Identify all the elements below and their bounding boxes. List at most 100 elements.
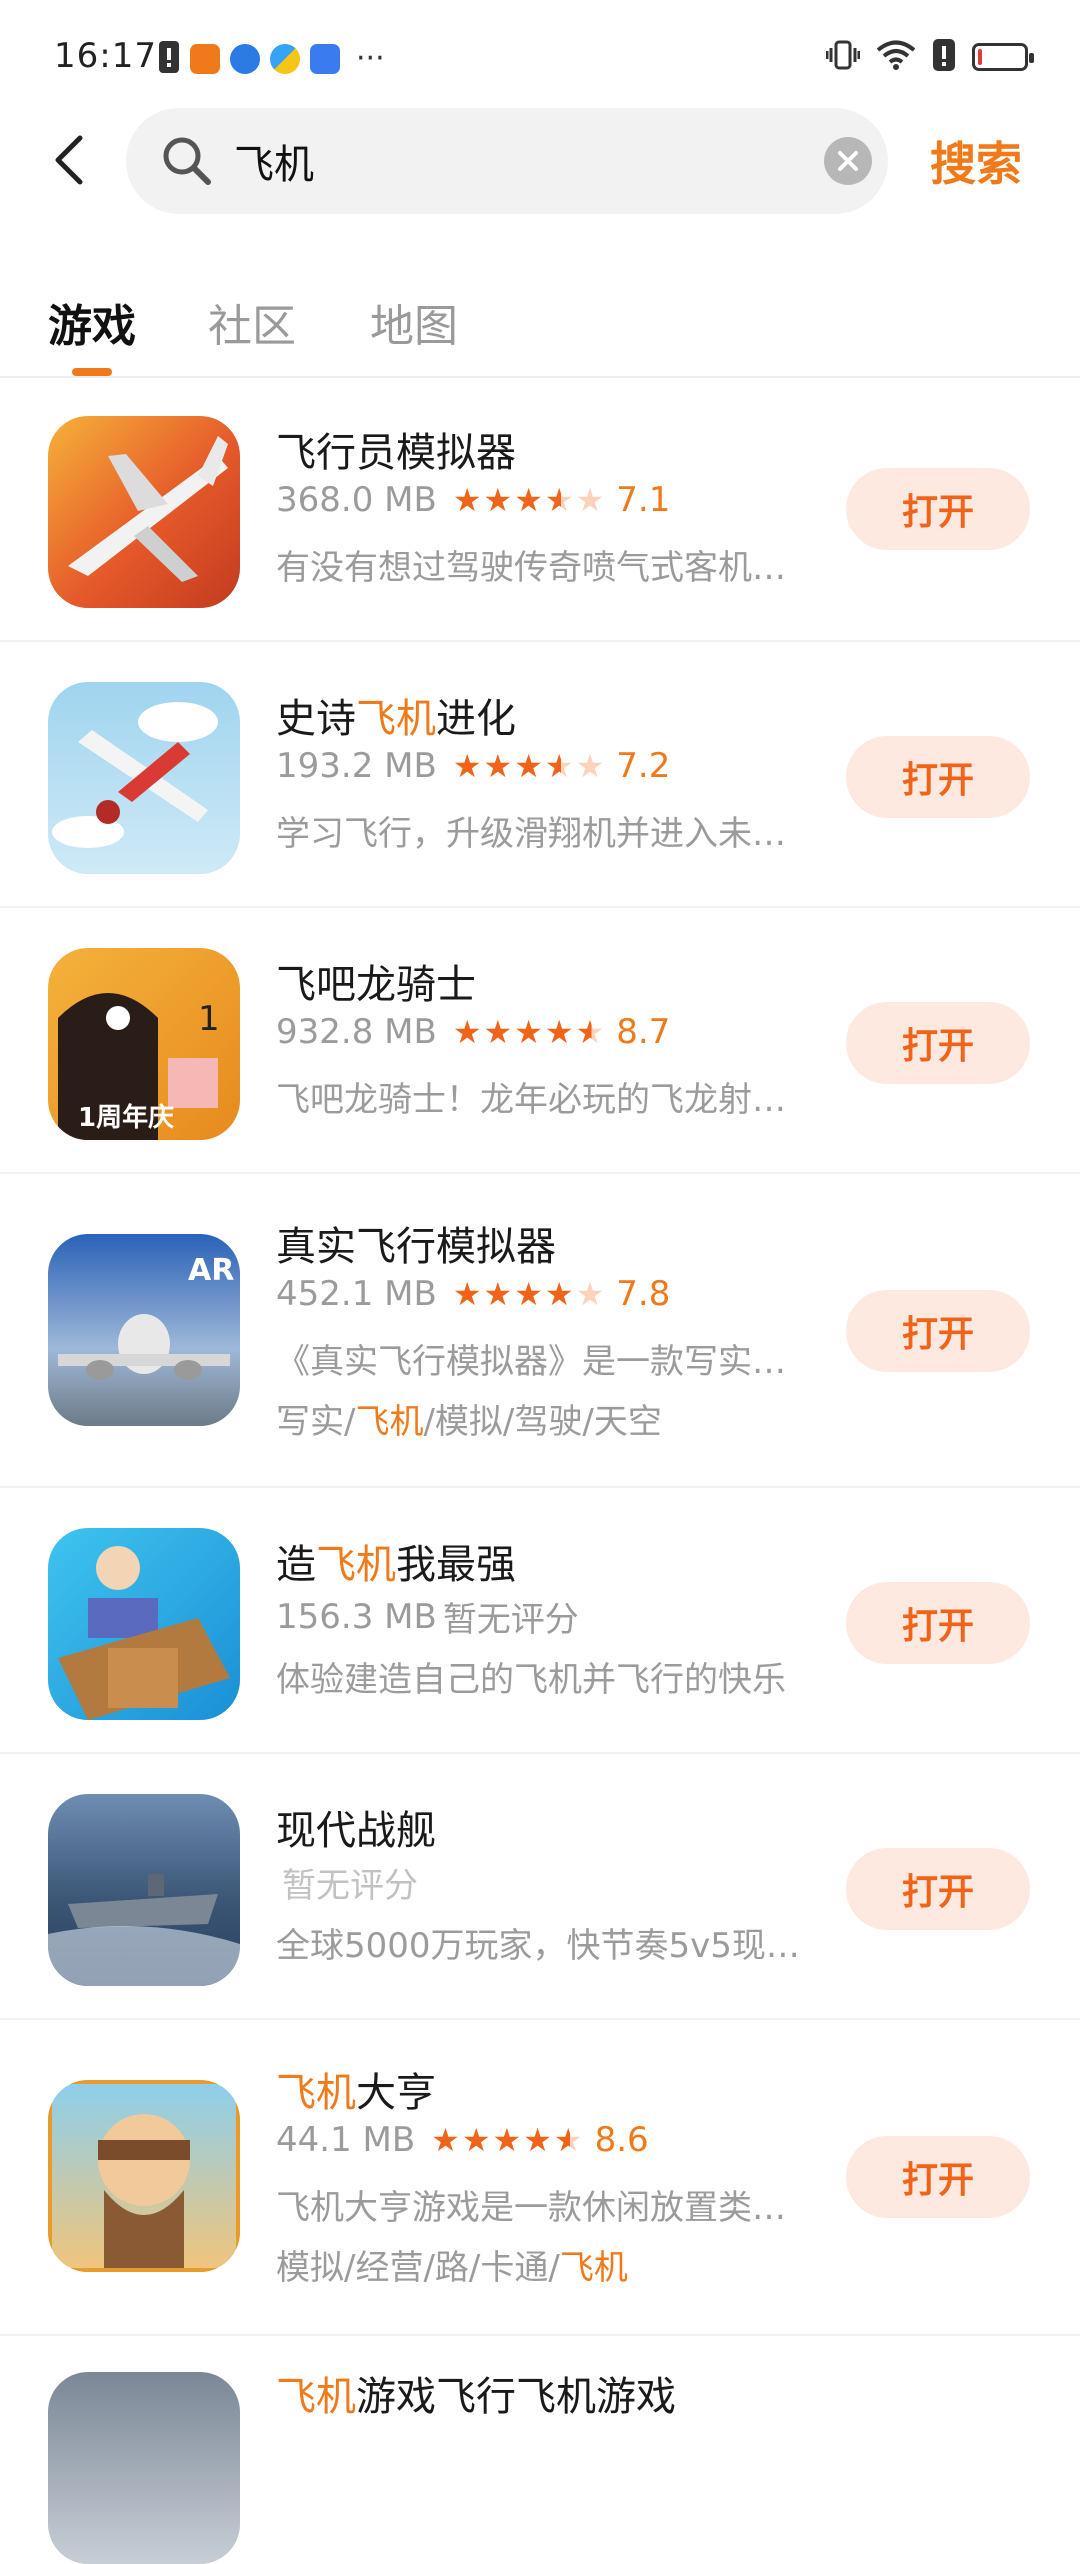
back-arrow-icon — [55, 135, 83, 185]
search-button[interactable]: 搜索 — [930, 128, 1022, 194]
star-rating: ★ ★ ★ ★ ★ — [453, 1015, 604, 1049]
open-button[interactable]: 打开 — [846, 1002, 1030, 1084]
app-name: 飞机大亨 — [276, 2070, 436, 2116]
star-icon: ★ — [483, 747, 513, 785]
clear-search-button[interactable] — [824, 137, 872, 185]
open-button[interactable]: 打开 — [846, 1582, 1030, 1664]
alert-icon — [932, 38, 956, 76]
notification-icons: ··· — [158, 40, 385, 78]
app-icon-dragon-rider[interactable]: 1 1周年庆 — [48, 948, 240, 1140]
app-description: 飞吧龙骑士！龙年必玩的飞龙射击游戏 — [276, 1080, 816, 1120]
list-item[interactable]: 1 1周年庆 飞吧龙骑士 932.8 MB ★ ★ ★ ★ ★ 8.7 飞吧龙骑士！龙年必玩的… — [0, 908, 1080, 1174]
search-box[interactable] — [126, 108, 888, 214]
app-icon-real-flight-simulator[interactable]: AR — [48, 1234, 240, 1426]
star-icon: ★ — [514, 481, 543, 519]
star-icon: ★ — [452, 481, 482, 519]
star-rating: ★ ★ ★ ★ ★ — [431, 2123, 582, 2157]
app-description: 体验建造自己的飞机并飞行的快乐 — [276, 1660, 786, 1700]
star-icon: ★ — [523, 2121, 552, 2159]
star-icon: ★ — [544, 1013, 574, 1051]
star-icon: ★ — [575, 747, 605, 785]
app-icon-build-plane[interactable] — [48, 1528, 240, 1720]
app-rating: 7.1 — [616, 480, 671, 520]
star-icon: ★ — [514, 747, 543, 785]
open-button[interactable]: 打开 — [846, 1290, 1030, 1372]
app-rating: 8.6 — [594, 2120, 649, 2160]
star-icon: ★ — [514, 1275, 543, 1313]
battery-icon — [972, 43, 1034, 71]
star-icon: ★ — [544, 481, 574, 519]
app-description: 全球5000万玩家，快节奏5v5现代海战 — [276, 1926, 816, 1966]
active-tab-indicator — [72, 368, 112, 376]
app-meta: 368.0 MB ★ ★ ★ ★ ★ 7.1 — [276, 480, 670, 520]
app-name: 飞机游戏飞行飞机游戏 — [276, 2374, 676, 2420]
app-description: 有没有想过驾驶传奇喷气式客机的感觉 — [276, 548, 816, 588]
open-button[interactable]: 打开 — [846, 736, 1030, 818]
star-icon: ★ — [544, 747, 574, 785]
star-icon: ★ — [514, 1013, 543, 1051]
star-rating: ★ ★ ★ ★ ★ — [453, 1277, 604, 1311]
app-icon-plane-game[interactable] — [48, 2372, 240, 2564]
star-icon: ★ — [483, 1275, 513, 1313]
app-rating: 8.7 — [616, 1012, 671, 1052]
star-icon: ★ — [544, 1275, 574, 1313]
app-rating: 7.8 — [616, 1274, 671, 1314]
weather-notification-icon — [270, 44, 300, 74]
list-item[interactable]: AR 真实飞行模拟器 452.1 MB ★ ★ ★ ★ ★ 7.8 《真实飞行模拟器》是一款… — [0, 1174, 1080, 1488]
app-icon-pilot-simulator[interactable] — [48, 416, 240, 608]
app-tags: 写实/飞机/模拟/驾驶/天空 — [276, 1402, 662, 1442]
app-name: 飞行员模拟器 — [276, 430, 516, 476]
list-item[interactable]: 史诗飞机进化 193.2 MB★★★★★7.2 学习飞行，升级滑翔机并进入未知的… — [0, 642, 1080, 908]
star-icon: ★ — [575, 481, 605, 519]
app-size: 44.1 MB — [276, 2120, 416, 2160]
alert-notification-icon — [158, 40, 180, 78]
app-size: 368.0 MB — [276, 480, 437, 520]
star-icon: ★ — [575, 1275, 605, 1313]
shield-notification-icon — [310, 44, 340, 74]
tab-games[interactable]: 游戏 — [48, 290, 136, 354]
app-icon-epic-plane-evolution[interactable] — [48, 682, 240, 874]
app-meta: 44.1 MB ★ ★ ★ ★ ★ 8.6 — [276, 2120, 649, 2160]
status-bar: 16:17 ··· — [0, 0, 1080, 120]
app-name: 史诗飞机进化 — [276, 696, 516, 742]
svg-text:1周年庆: 1周年庆 — [78, 1102, 174, 1133]
app-name: 造飞机我最强 — [276, 1542, 516, 1588]
star-icon: ★ — [483, 1013, 513, 1051]
app-meta: 暂无评分 — [276, 1858, 418, 1907]
star-icon: ★ — [575, 1013, 605, 1051]
list-item[interactable]: 造飞机我最强 156.3 MB 暂无评分 体验建造自己的飞机并飞行的快乐 打开 — [0, 1488, 1080, 1754]
category-tabs: 游戏 社区 地图 — [0, 280, 1080, 378]
app-description: 飞机大亨游戏是一款休闲放置类游戏 — [276, 2188, 816, 2228]
search-results-list: 飞行员模拟器 368.0 MB ★ ★ ★ ★ ★ 7.1 有没有想过驾驶传奇喷气式客机的感… — [0, 378, 1080, 2564]
app-tags: 模拟/经营/路/卡通/飞机 — [276, 2248, 628, 2288]
open-button[interactable]: 打开 — [846, 468, 1030, 550]
tab-community[interactable]: 社区 — [208, 290, 296, 354]
app-meta: 452.1 MB ★ ★ ★ ★ ★ 7.8 — [276, 1274, 670, 1314]
no-rating-label: 暂无评分 — [442, 1600, 579, 1640]
app-size: 193.2 MB — [276, 746, 437, 786]
list-item[interactable]: 飞行员模拟器 368.0 MB ★ ★ ★ ★ ★ 7.1 有没有想过驾驶传奇喷气式客机的感… — [0, 378, 1080, 642]
search-icon — [160, 134, 214, 192]
app-size: 932.8 MB — [276, 1012, 437, 1052]
svg-text:1: 1 — [198, 999, 220, 1039]
app-name: 真实飞行模拟器 — [276, 1224, 556, 1270]
list-item[interactable]: 现代战舰 暂无评分 全球5000万玩家，快节奏5v5现代海战 打开 — [0, 1754, 1080, 2020]
app-icon-modern-warships[interactable] — [48, 1794, 240, 1986]
app-icon-plane-tycoon[interactable] — [48, 2080, 240, 2272]
app-name: 现代战舰 — [276, 1808, 436, 1854]
tab-map[interactable]: 地图 — [370, 290, 458, 354]
app-size: 156.3 MB — [276, 1596, 437, 1637]
more-notifications-icon: ··· — [356, 41, 385, 76]
star-icon: ★ — [452, 1013, 482, 1051]
open-button[interactable]: 打开 — [846, 2136, 1030, 2218]
list-item[interactable]: 飞机大亨 44.1 MB ★ ★ ★ ★ ★ 8.6 飞机大亨游戏是一款休闲放置类游戏 模拟… — [0, 2020, 1080, 2336]
open-button[interactable]: 打开 — [846, 1848, 1030, 1930]
star-icon: ★ — [553, 2121, 583, 2159]
app-notification-icon — [190, 44, 220, 74]
battery-level — [978, 49, 982, 65]
back-button[interactable] — [40, 120, 100, 200]
system-icons — [825, 38, 1034, 76]
star-icon: ★ — [461, 2121, 491, 2159]
list-item[interactable]: 飞机游戏飞行飞机游戏 — [0, 2336, 1080, 2564]
search-input[interactable] — [234, 108, 754, 214]
